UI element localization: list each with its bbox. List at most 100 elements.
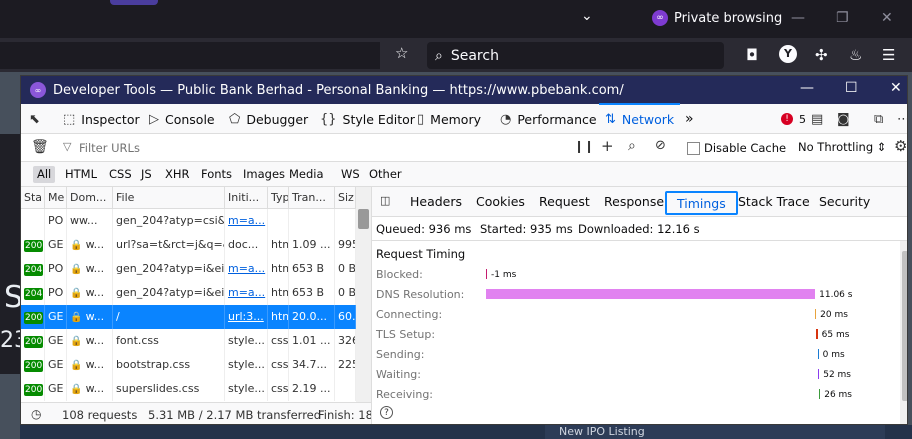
search-icon[interactable]: ⌕ bbox=[628, 138, 636, 154]
initiator-text[interactable]: m=a... bbox=[228, 286, 265, 299]
type-filter-fonts[interactable]: Fonts bbox=[197, 166, 236, 183]
tool-tab-label: Inspector bbox=[81, 111, 140, 127]
request-list-header: Sta Me Dom... File Initi... Typ Tran... Siz bbox=[21, 187, 356, 209]
details-tab-request[interactable]: Request bbox=[529, 191, 600, 215]
type-filter-other[interactable]: Other bbox=[365, 166, 406, 183]
type-filter-media[interactable]: Media bbox=[285, 166, 328, 183]
filter-urls-input[interactable]: Filter URLs bbox=[79, 141, 140, 155]
type-filter-images[interactable]: Images bbox=[239, 166, 289, 183]
lock-icon: 🔒 bbox=[70, 312, 86, 323]
flame-icon[interactable]: ♨ bbox=[849, 46, 862, 64]
column-header[interactable]: Sta bbox=[21, 187, 45, 209]
options-menu-icon[interactable]: ⋯ bbox=[897, 104, 907, 134]
block-icon[interactable]: ⊘ bbox=[655, 138, 666, 153]
table-row[interactable]: 200GE🔒 w.../url:3...htm20.0...60. bbox=[21, 305, 356, 329]
bookmark-star-icon[interactable]: ☆ bbox=[395, 44, 408, 62]
toggle-sidebar-icon[interactable]: ◫ bbox=[380, 194, 390, 207]
scrollbar-thumb[interactable] bbox=[358, 209, 369, 229]
table-row[interactable]: 204PO🔒 w...gen_204?atyp=i&ei=m=a...htm65… bbox=[21, 281, 356, 305]
account-avatar[interactable]: Y bbox=[779, 45, 797, 63]
table-row[interactable]: 200 GE 🔒 w... font.css style... css 1.01 ... 32… bbox=[21, 329, 356, 353]
help-icon[interactable]: ? bbox=[380, 406, 393, 419]
details-tab-timings[interactable]: Timings bbox=[665, 191, 738, 215]
size-text: 995 bbox=[338, 238, 355, 251]
tool-tab-style-editor[interactable]: {} Style Editor bbox=[320, 104, 415, 134]
performance-analysis-icon[interactable]: ◷ bbox=[31, 407, 41, 421]
tool-tab-network[interactable]: ⇅ Network bbox=[599, 103, 681, 133]
request-list-scrollbar[interactable] bbox=[356, 187, 371, 402]
type-filter-xhr[interactable]: XHR bbox=[161, 166, 194, 183]
maximize-icon[interactable]: ☐ bbox=[845, 80, 858, 96]
type-filter-ws[interactable]: WS bbox=[337, 166, 364, 183]
details-tab-security[interactable]: Security bbox=[809, 191, 880, 215]
type-filter-js[interactable]: JS bbox=[137, 166, 156, 183]
throttling-select[interactable]: No Throttling ⇕ bbox=[798, 140, 886, 154]
initiator-text[interactable]: m=a... bbox=[228, 214, 265, 227]
cell-domain: 🔒 w... bbox=[67, 281, 113, 305]
details-scrollbar[interactable] bbox=[900, 241, 907, 424]
error-count: 5 bbox=[799, 112, 806, 126]
table-row[interactable]: 200 GE 🔒 w... bootstrap.css style... css 34.7.… bbox=[21, 353, 356, 377]
table-row[interactable]: 200 GE 🔒 w... superslides.css style... css 2.1… bbox=[21, 377, 356, 401]
dock-side-icon[interactable]: ⧉ bbox=[874, 104, 883, 134]
tool-tab-memory[interactable]: ▯ Memory bbox=[417, 104, 481, 134]
column-header[interactable]: File bbox=[113, 187, 225, 209]
minimize-icon[interactable]: — bbox=[791, 10, 805, 26]
details-tab-response[interactable]: Response bbox=[594, 191, 674, 215]
trash-icon[interactable]: 🗑 bbox=[31, 139, 49, 155]
error-count-badge[interactable]: ! 5 bbox=[781, 104, 806, 134]
menu-icon[interactable]: ☰ bbox=[882, 46, 895, 64]
column-header[interactable]: Dom... bbox=[67, 187, 113, 209]
initiator-text[interactable]: url:3... bbox=[228, 310, 264, 323]
url-bar[interactable] bbox=[0, 42, 380, 69]
initiator-text[interactable]: m=a... bbox=[228, 262, 265, 275]
details-tab-headers[interactable]: Headers bbox=[400, 191, 472, 215]
type-text: css bbox=[271, 334, 289, 347]
table-row[interactable]: 204PO🔒 w...gen_204?atyp=i&ei=m=a...htm65… bbox=[21, 257, 356, 281]
close-icon[interactable]: ✕ bbox=[890, 80, 902, 96]
screenshot-icon[interactable]: ◙ bbox=[837, 104, 850, 134]
chevron-down-icon[interactable]: ⌄ bbox=[581, 8, 593, 24]
type-filter-html[interactable]: HTML bbox=[61, 166, 101, 183]
type-filter-all[interactable]: All bbox=[33, 166, 56, 183]
column-header[interactable]: Tran... bbox=[289, 187, 335, 209]
tool-tab-console[interactable]: ▷ Console bbox=[149, 104, 215, 134]
details-tab-stack-trace[interactable]: Stack Trace bbox=[728, 191, 820, 215]
more-tools-icon[interactable]: » bbox=[685, 104, 694, 134]
timing-value: 11.06 s bbox=[819, 290, 853, 300]
responsive-design-icon[interactable]: ▤ bbox=[811, 104, 823, 134]
table-row[interactable]: 200GE🔒 w...url?sa=t&rct=j&q=&doc...htm1.… bbox=[21, 233, 356, 257]
pocket-icon[interactable]: ◘ bbox=[746, 46, 758, 64]
add-request-icon[interactable]: + bbox=[601, 137, 614, 155]
extensions-icon[interactable]: ✣ bbox=[815, 46, 828, 64]
tool-tab-debugger[interactable]: ⬠ Debugger bbox=[229, 104, 308, 134]
element-picker-icon[interactable]: ⬉ bbox=[29, 104, 40, 134]
table-row[interactable]: PO ww... gen_204?atyp=csi&e m=a... bbox=[21, 209, 356, 233]
close-icon[interactable]: ✕ bbox=[881, 10, 893, 26]
column-header[interactable]: Siz bbox=[335, 187, 356, 209]
column-header[interactable]: Me bbox=[45, 187, 67, 209]
search-bar[interactable]: ⌕ Search bbox=[427, 42, 724, 69]
column-header[interactable]: Typ bbox=[268, 187, 289, 209]
scrollbar-thumb[interactable] bbox=[902, 251, 907, 401]
pause-icon[interactable]: ❙❙ bbox=[574, 139, 594, 153]
disable-cache-checkbox[interactable] bbox=[687, 142, 700, 155]
tool-tab-performance[interactable]: ◔ Performance bbox=[500, 104, 597, 134]
tool-tab-inspector[interactable]: ⬚ Inspector bbox=[63, 104, 140, 134]
type-filter-css[interactable]: CSS bbox=[105, 166, 136, 183]
gear-icon[interactable]: ⚙ bbox=[894, 137, 907, 155]
tool-tab-label: Memory bbox=[430, 111, 481, 127]
initiator-text[interactable]: doc... bbox=[228, 238, 258, 251]
initiator-text[interactable]: style... bbox=[228, 334, 265, 347]
initiator-text[interactable]: style... bbox=[228, 358, 265, 371]
browser-tab[interactable] bbox=[110, 0, 158, 5]
details-tab-cookies[interactable]: Cookies bbox=[466, 191, 535, 215]
minimize-icon[interactable]: — bbox=[800, 80, 814, 96]
lock-icon: 🔒 bbox=[70, 384, 86, 395]
memory-icon: ▯ bbox=[417, 111, 425, 127]
restore-icon[interactable]: ❐ bbox=[836, 10, 849, 26]
cell-transferred: 34.7... bbox=[289, 353, 335, 377]
cell-file: superslides.css bbox=[113, 377, 225, 401]
column-header[interactable]: Initi... bbox=[225, 187, 268, 209]
initiator-text[interactable]: style... bbox=[228, 382, 265, 395]
